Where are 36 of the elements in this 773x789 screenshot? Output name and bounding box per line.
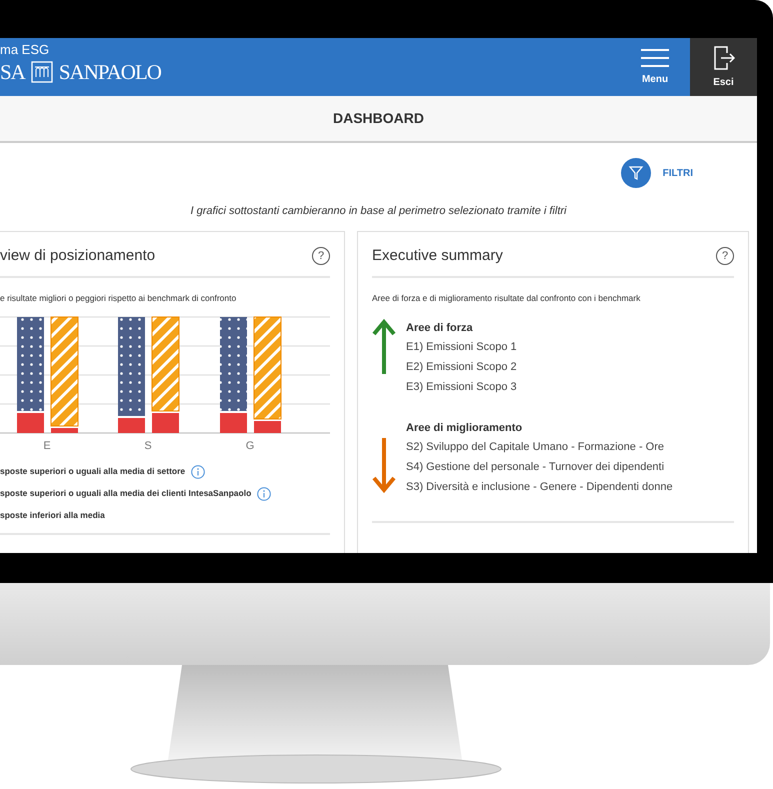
summary-item: E3) Emissioni Scopo 3 bbox=[406, 380, 517, 395]
group-heading: Aree di miglioramento bbox=[406, 420, 524, 436]
axis-label: S bbox=[144, 440, 152, 452]
notice-text: I grafici sottostanti cambieranno in base al perimetro selezionato tramite i filtri bbox=[189, 204, 568, 219]
help-button[interactable]: ? bbox=[312, 247, 330, 265]
group-heading: Aree di forza bbox=[406, 320, 474, 336]
filter-icon bbox=[620, 158, 651, 188]
info-icon[interactable] bbox=[191, 464, 206, 479]
summary-item: E2) Emissioni Scopo 2 bbox=[406, 360, 517, 375]
summary-item: S4) Gestione del personale - Turnover dei dipendenti bbox=[406, 460, 666, 475]
card-title: Executive summary bbox=[372, 246, 503, 266]
axis-label: E bbox=[43, 440, 51, 452]
axis-label: G bbox=[246, 440, 254, 452]
card-title: view di posizionamento bbox=[0, 246, 156, 266]
app-title: ma ESG bbox=[0, 42, 50, 58]
exit-button[interactable]: Esci bbox=[690, 38, 757, 96]
up-arrow-icon bbox=[372, 318, 396, 375]
card-subtitle: e risultate migliori o peggiori rispetto ai benchmark di confronto bbox=[0, 292, 238, 305]
down-arrow-icon bbox=[372, 436, 396, 493]
card-subtitle: Aree di forza e di miglioramento risultate dal confronto con i benchmark bbox=[372, 292, 642, 305]
help-button[interactable]: ? bbox=[716, 247, 734, 265]
legend-text: sposte superiori o uguali alla media dei clienti IntesaSanpaolo bbox=[0, 487, 252, 500]
logout-icon bbox=[712, 44, 734, 70]
logo-icon bbox=[30, 61, 53, 83]
filter-button[interactable]: FILTRI bbox=[620, 158, 693, 188]
summary-item: S2) Sviluppo del Capitale Umano - Formazione - Ore bbox=[406, 440, 666, 455]
info-icon[interactable] bbox=[257, 486, 272, 501]
brand-name: SA bbox=[0, 59, 25, 86]
page-title: DASHBOARD bbox=[0, 96, 757, 143]
menu-icon bbox=[641, 48, 669, 68]
legend-text: sposte superiori o uguali alla media di settore bbox=[0, 465, 186, 478]
legend-text: sposte inferiori alla media bbox=[0, 509, 105, 522]
summary-item: E1) Emissioni Scopo 1 bbox=[406, 340, 517, 355]
menu-button[interactable]: Menu bbox=[620, 38, 690, 96]
brand-name: SANPAOLO bbox=[58, 59, 161, 86]
summary-item: S3) Diversità e inclusione - Genere - Dipendenti donne bbox=[406, 480, 673, 495]
